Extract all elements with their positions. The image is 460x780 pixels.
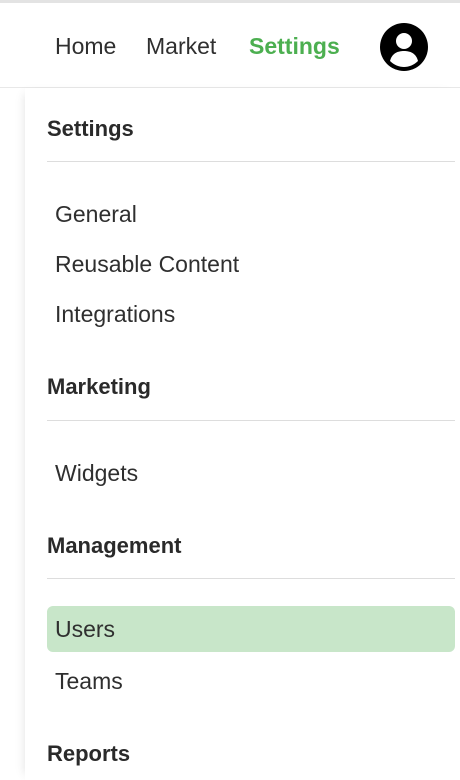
menu-item-label: Widgets (55, 460, 139, 486)
section-title-settings: Settings (47, 116, 134, 141)
menu-item-integrations[interactable]: Integrations (47, 291, 455, 337)
section-title-marketing: Marketing (47, 374, 151, 399)
nav-market-link[interactable]: Market (146, 31, 216, 61)
nav-settings-link[interactable]: Settings (249, 31, 340, 61)
user-avatar-button[interactable] (380, 23, 428, 71)
section-divider (47, 420, 455, 421)
menu-item-teams[interactable]: Teams (47, 658, 455, 704)
menu-item-label: Reusable Content (55, 251, 240, 277)
menu-item-general[interactable]: General (47, 191, 455, 237)
section-divider (47, 578, 455, 579)
menu-item-label: Users (55, 616, 116, 642)
nav-home-link[interactable]: Home (55, 31, 116, 61)
menu-item-widgets[interactable]: Widgets (47, 450, 455, 496)
menu-item-reusable-content[interactable]: Reusable Content (47, 241, 455, 287)
settings-menu-panel: Settings General Reusable Content Integr… (25, 88, 460, 780)
top-nav: Home Market Settings (0, 3, 460, 88)
section-title-reports: Reports (47, 741, 131, 766)
user-circle-icon (380, 23, 428, 71)
menu-item-label: General (55, 201, 137, 227)
menu-item-label: Integrations (55, 301, 176, 327)
menu-item-label: Teams (55, 668, 123, 694)
menu-item-users[interactable]: Users (47, 606, 455, 652)
section-title-management: Management (47, 533, 182, 558)
section-divider (47, 161, 455, 162)
